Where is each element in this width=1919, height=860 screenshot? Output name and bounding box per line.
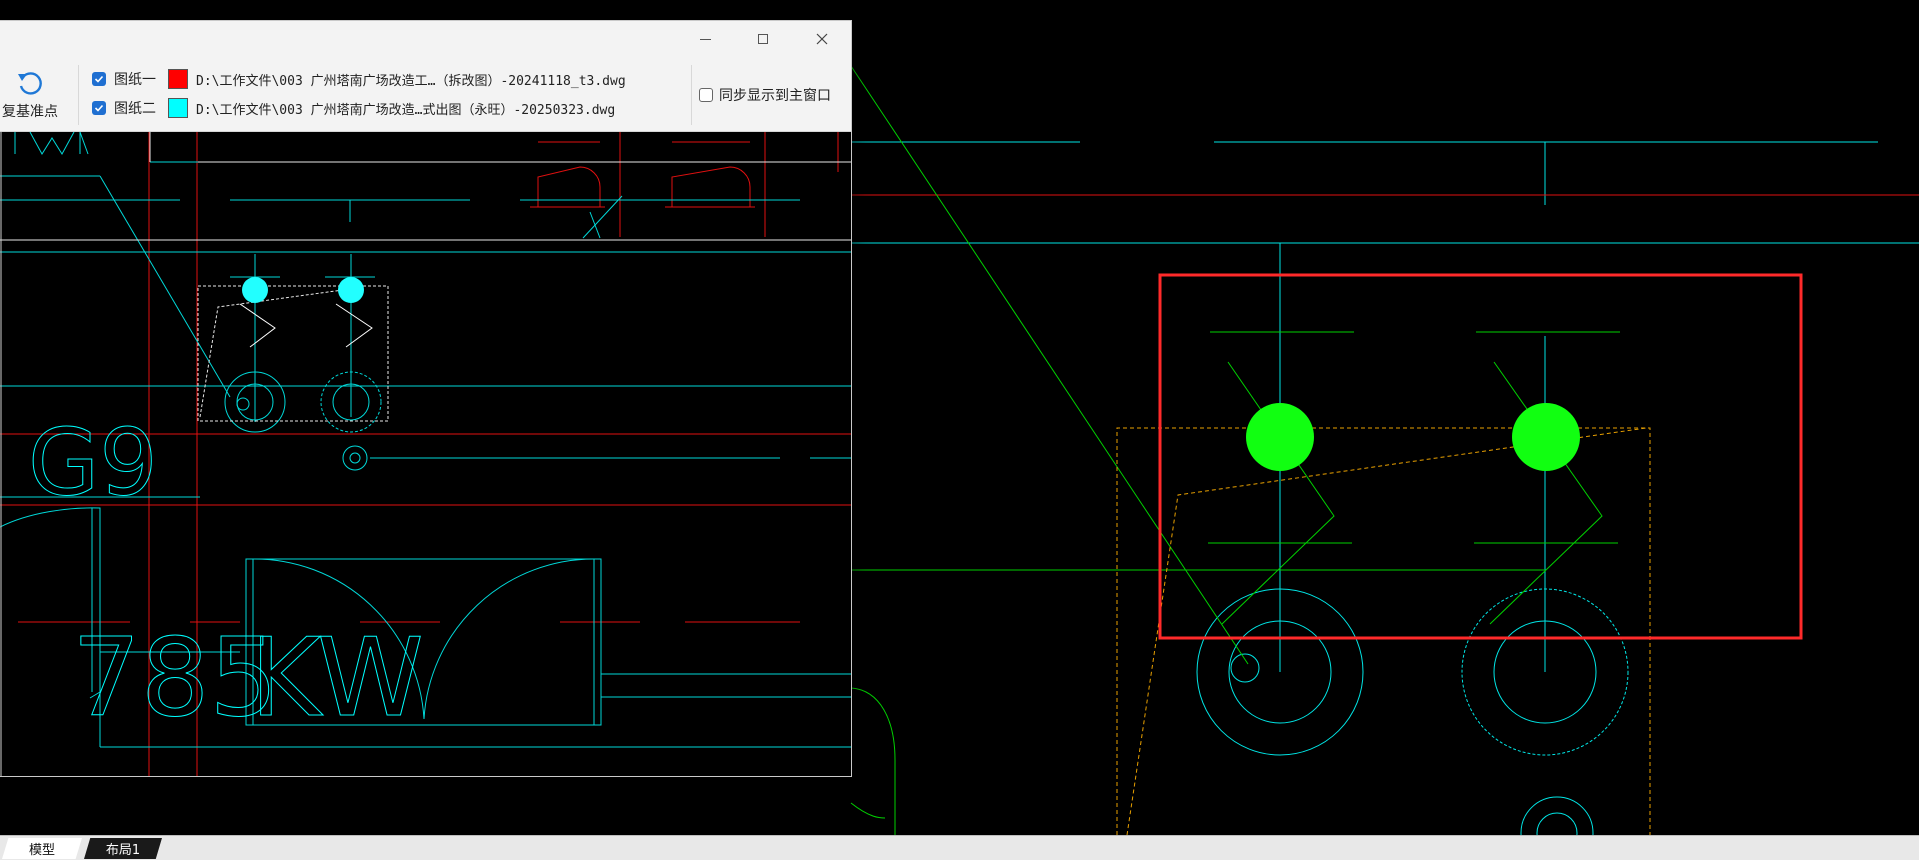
drawing-row-1: 图纸一 D:\工作文件\003 广州塔南广场改造工…（拆改图）-20241118… [92, 66, 626, 92]
compare-drawing-canvas[interactable]: G9 785 KW [0, 132, 851, 776]
drawing-text-g9: G9 [28, 409, 158, 516]
drawing-1-checkbox[interactable] [92, 72, 106, 86]
minimize-icon [699, 38, 711, 40]
tab-layout1[interactable]: 布局1 [84, 838, 162, 859]
drawing-text-785: 785 [72, 616, 278, 741]
toolbar-separator [78, 65, 79, 125]
tab-model-label: 模型 [28, 843, 55, 858]
compare-toolbar: 复基准点 图纸一 D:\工作文件\003 广州塔南广场改造工…（拆改图）-202… [0, 57, 851, 132]
minimize-button[interactable] [676, 21, 734, 57]
drawing-1-path: D:\工作文件\003 广州塔南广场改造工…（拆改图）-20241118_t3.… [196, 73, 626, 89]
maximize-icon [758, 34, 768, 44]
drawing-compare-window[interactable]: 复基准点 图纸一 D:\工作文件\003 广州塔南广场改造工…（拆改图）-202… [0, 20, 852, 777]
drawing-2-checkbox[interactable] [92, 101, 106, 115]
drawing-text-kw: KW [250, 616, 424, 741]
toolbar-separator [691, 65, 692, 125]
tab-model[interactable]: 模型 [2, 838, 82, 859]
main-green-lines [850, 65, 1620, 835]
close-button[interactable] [793, 21, 851, 57]
drawing-2-label: 图纸二 [114, 101, 156, 117]
cad-application: 复基准点 图纸一 D:\工作文件\003 广州塔南广场改造工…（拆改图）-202… [0, 0, 1919, 860]
main-cyan-lines [851, 141, 1919, 835]
compare-markers [242, 277, 364, 303]
drawing-2-color-swatch[interactable] [168, 98, 188, 118]
main-green-dots [1246, 403, 1580, 471]
reset-base-point-label: 复基准点 [2, 104, 58, 120]
maximize-button[interactable] [734, 21, 792, 57]
rotate-ccw-icon [18, 72, 42, 95]
compare-zigzag [239, 303, 373, 348]
check-icon [94, 104, 104, 112]
reset-base-point-button[interactable]: 复基准点 [0, 57, 72, 132]
compare-window-titlebar[interactable] [0, 21, 851, 57]
close-icon [816, 33, 828, 45]
drawing-2-path: D:\工作文件\003 广州塔南广场改造…式出图（永旺）-20250323.dw… [196, 102, 616, 118]
sync-main-window-label: 同步显示到主窗口 [719, 87, 831, 104]
drawing-row-2: 图纸二 D:\工作文件\003 广州塔南广场改造…式出图（永旺）-2025032… [92, 95, 615, 121]
sync-main-window-checkbox[interactable] [699, 87, 713, 102]
tab-layout1-label: 布局1 [105, 843, 141, 858]
drawing-1-color-swatch[interactable] [168, 69, 188, 89]
check-icon [94, 75, 104, 83]
layout-tab-bar: 模型 布局1 [0, 835, 1919, 860]
main-orange-dashed [1116, 427, 1651, 835]
sync-main-window-option[interactable]: 同步显示到主窗口 [699, 57, 831, 132]
partial-text-top-left [14, 132, 89, 155]
drawing-1-label: 图纸一 [114, 72, 156, 88]
